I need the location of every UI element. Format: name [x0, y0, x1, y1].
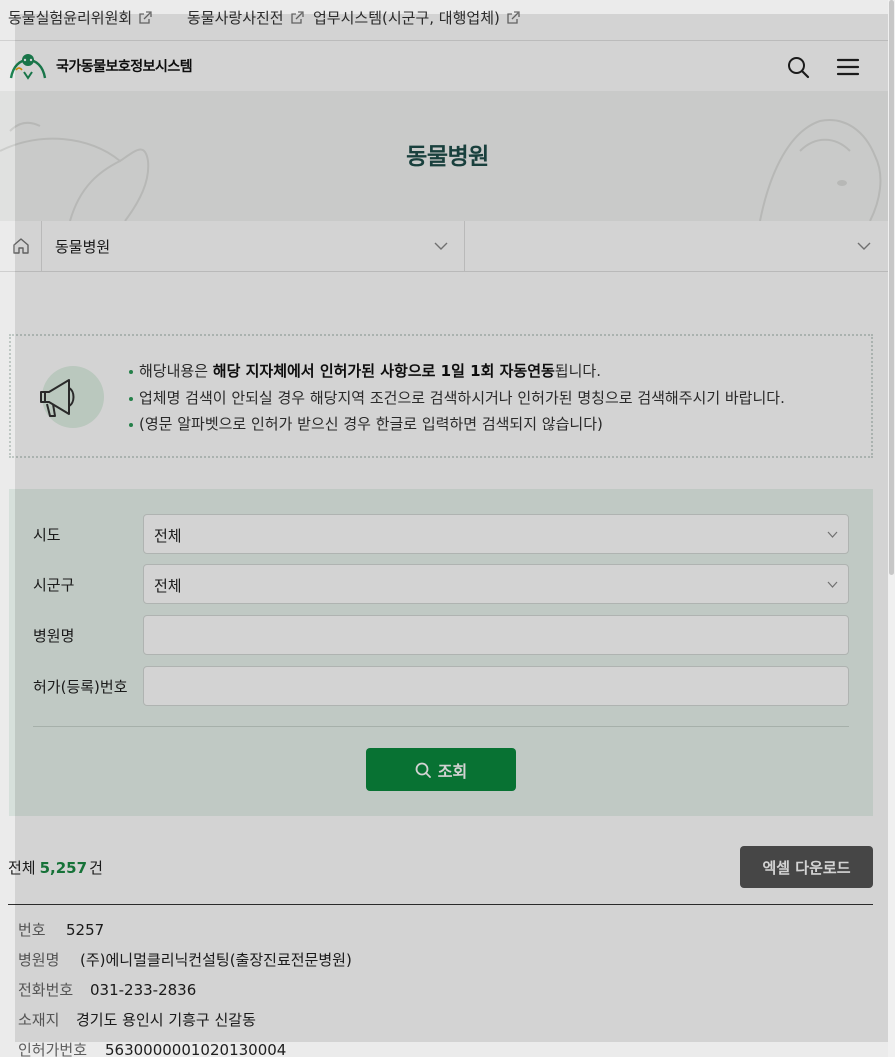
- record-license-value: 5630000001020130004: [105, 1041, 287, 1057]
- notice-text: 됩니다.: [554, 362, 601, 380]
- utility-link-label: 업무시스템(시군구, 대행업체): [313, 9, 500, 27]
- chevron-down-icon: [827, 531, 838, 538]
- search-icon: [415, 762, 431, 778]
- utility-bar: 동물실험윤리위원회 동물사랑사진전 업무시스템(시군구, 대행업체): [0, 0, 895, 41]
- sido-row: 시도 전체: [33, 514, 849, 554]
- record-number-label: 번호: [18, 921, 46, 939]
- sigungu-label: 시군구: [33, 576, 75, 594]
- sigungu-row: 시군구 전체: [33, 564, 849, 604]
- license-number-label: 허가(등록)번호: [33, 678, 128, 696]
- license-number-field-wrap: [143, 666, 849, 706]
- license-number-row: 허가(등록)번호: [33, 666, 849, 706]
- chevron-down-icon: [434, 242, 448, 250]
- chevron-down-icon: [827, 581, 838, 588]
- notice-item: 해당내용은 해당 지자체에서 인허가된 사항으로 1일 1회 자동연동됩니다.: [129, 358, 785, 385]
- notice-list: 해당내용은 해당 지자체에서 인허가된 사항으로 1일 1회 자동연동됩니다. …: [129, 358, 785, 438]
- hamburger-menu-icon[interactable]: [835, 54, 861, 80]
- utility-link-label: 동물사랑사진전: [187, 9, 284, 27]
- result-total-suffix: 건: [89, 859, 103, 877]
- notice-text: 해당내용은: [139, 362, 213, 380]
- scrollbar-thumb[interactable]: [889, 0, 894, 575]
- logo-mark-icon: [9, 54, 47, 80]
- utility-link-animal-ethics[interactable]: 동물실험윤리위원회: [8, 7, 152, 28]
- sido-select[interactable]: 전체: [143, 514, 849, 554]
- breadcrumb-depth1-select[interactable]: 동물병원: [42, 221, 465, 271]
- license-number-input[interactable]: [144, 667, 848, 705]
- external-link-icon: [139, 10, 152, 24]
- record-name-value: (주)에니멀클리닉컨설팅(출장진료전문병원): [80, 951, 352, 969]
- result-total: 전체 5,257 건: [8, 857, 103, 878]
- utility-link-work-system[interactable]: 업무시스템(시군구, 대행업체): [313, 7, 520, 28]
- sido-label: 시도: [33, 526, 61, 544]
- site-title: 국가동물보호정보시스템: [56, 59, 193, 75]
- search-icon[interactable]: [785, 54, 811, 80]
- notice-emphasis: 해당 지자체에서 인허가된 사항으로 1일 1회 자동연동: [212, 362, 555, 380]
- hospital-name-row: 병원명: [33, 615, 849, 655]
- notice-item: (영문 알파벳으로 인허가 받으신 경우 한글로 입력하면 검색되지 않습니다): [129, 411, 785, 438]
- search-form: 시도 전체 시군구 전체 병원명 허가(등록)번호 조회: [9, 489, 873, 816]
- scrollbar-track[interactable]: [888, 0, 895, 1057]
- hospital-name-field-wrap: [143, 615, 849, 655]
- record-address-value: 경기도 용인시 기흥구 신갈동: [76, 1011, 256, 1029]
- site-header: 국가동물보호정보시스템: [0, 41, 895, 91]
- site-logo[interactable]: 국가동물보호정보시스템: [8, 52, 193, 80]
- record-phone-value: 031-233-2836: [90, 981, 197, 999]
- breadcrumb-depth1-label: 동물병원: [55, 238, 111, 256]
- utility-link-label: 동물실험윤리위원회: [8, 9, 133, 27]
- form-divider: [33, 726, 849, 727]
- notice-item: 업체명 검색이 안되실 경우 해당지역 조건으로 검색하시거나 인허가된 명칭으…: [129, 385, 785, 412]
- sigungu-selected-value: 전체: [154, 577, 182, 595]
- external-link-icon: [507, 10, 520, 24]
- record-license-label: 인허가번호: [18, 1041, 88, 1057]
- utility-link-photo-contest[interactable]: 동물사랑사진전: [187, 7, 304, 28]
- chevron-down-icon: [857, 242, 871, 250]
- record-name-label: 병원명: [18, 951, 60, 969]
- excel-download-button[interactable]: 엑셀 다운로드: [740, 846, 873, 888]
- external-link-icon: [290, 10, 304, 24]
- record-number-value: 5257: [66, 921, 105, 939]
- record-address-label: 소재지: [18, 1011, 60, 1029]
- search-button[interactable]: 조회: [366, 748, 516, 791]
- megaphone-icon: [40, 366, 104, 428]
- breadcrumb: 동물병원: [0, 221, 895, 272]
- record-address-row: 소재지 경기도 용인시 기흥구 신갈동: [18, 1009, 256, 1030]
- hospital-name-label: 병원명: [33, 627, 75, 645]
- home-icon[interactable]: [0, 221, 42, 271]
- record-license-row: 인허가번호 5630000001020130004: [18, 1039, 286, 1057]
- notice-box: 해당내용은 해당 지자체에서 인허가된 사항으로 1일 1회 자동연동됩니다. …: [9, 334, 873, 458]
- hospital-name-input[interactable]: [144, 616, 848, 654]
- search-button-label: 조회: [437, 761, 468, 781]
- sigungu-select[interactable]: 전체: [143, 564, 849, 604]
- breadcrumb-depth2-select[interactable]: [465, 221, 895, 271]
- page-hero: 동물병원: [0, 91, 895, 221]
- record-number-row: 번호 5257: [18, 919, 104, 940]
- record-phone-row: 전화번호 031-233-2836: [18, 979, 196, 1000]
- result-total-prefix: 전체: [8, 859, 36, 877]
- page-title: 동물병원: [406, 144, 489, 170]
- result-total-count: 5,257: [39, 859, 88, 877]
- sido-selected-value: 전체: [154, 527, 182, 545]
- result-divider: [8, 904, 873, 905]
- record-name-row: 병원명 (주)에니멀클리닉컨설팅(출장진료전문병원): [18, 949, 352, 970]
- record-phone-label: 전화번호: [18, 981, 74, 999]
